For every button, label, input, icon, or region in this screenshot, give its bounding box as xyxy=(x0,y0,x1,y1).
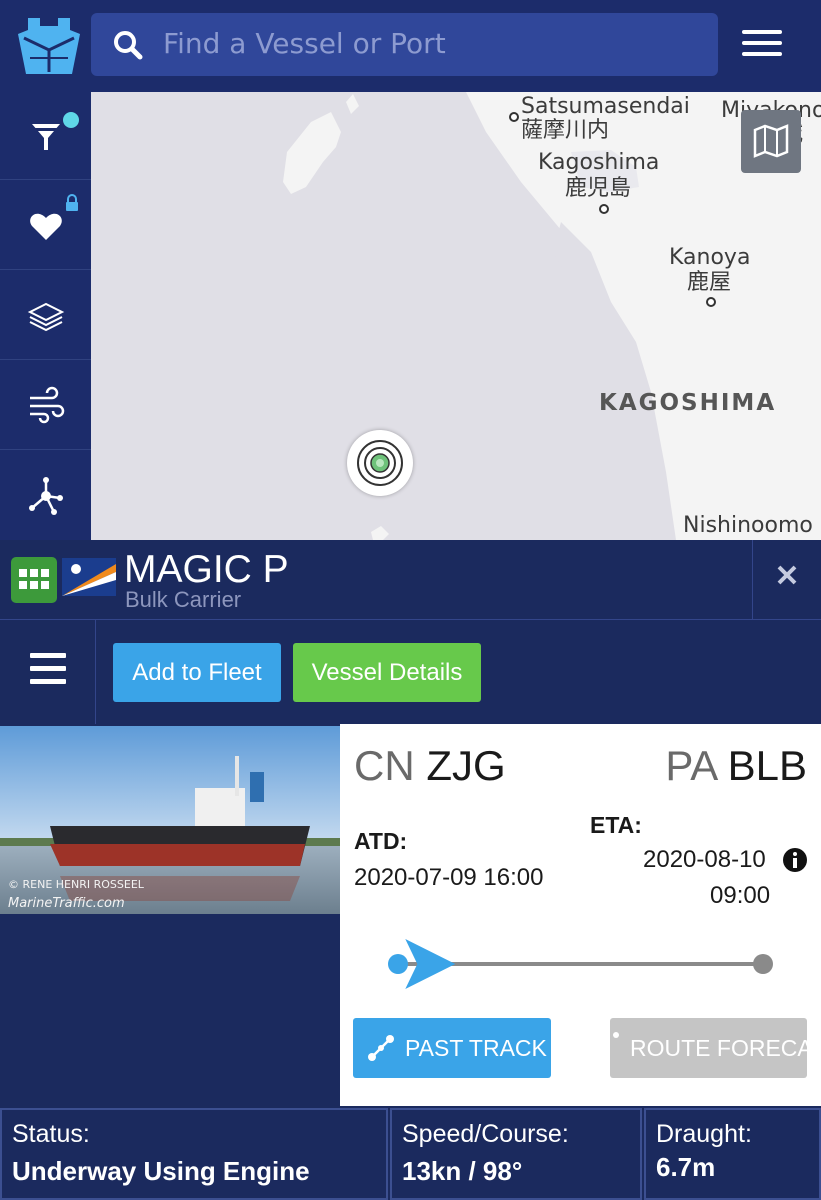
map-place-nishinoomo: Nishinoomo xyxy=(683,513,813,538)
eta-date: 2020-08-10 xyxy=(643,846,766,873)
map-place-kagoshima-jp: 鹿児島 xyxy=(565,176,632,201)
route-icon xyxy=(613,1032,619,1038)
vessel-status-bar: Status: Underway Using Engine Speed/Cour… xyxy=(0,1106,821,1200)
vessel-menu-button[interactable] xyxy=(30,653,66,684)
grid-icon xyxy=(19,569,49,589)
past-track-button[interactable]: PAST TRACK xyxy=(353,1018,551,1078)
track-icon xyxy=(368,1035,394,1061)
map-toolbar xyxy=(0,92,91,540)
route-forecast-button[interactable]: ROUTE FORECAST xyxy=(610,1018,807,1078)
speed-course-label: Speed/Course: xyxy=(402,1120,569,1148)
voyage-panel: CN ZJG PA BLB ATD: 2020-07-09 16:00 ETA:… xyxy=(340,724,821,1106)
map-land xyxy=(283,92,821,540)
marinetraffic-logo[interactable] xyxy=(14,12,84,80)
photo-site: MarineTraffic.com xyxy=(8,896,125,911)
map-region-label: KAGOSHIMA xyxy=(599,390,777,416)
main-menu-button[interactable] xyxy=(742,30,782,60)
map-city-marker xyxy=(706,297,716,307)
route-forecast-label: ROUTE FORECAST xyxy=(630,1035,807,1061)
vessel-name: MAGIC P xyxy=(124,548,289,591)
info-icon[interactable] xyxy=(782,847,808,873)
layers-button[interactable] xyxy=(0,272,91,360)
voyage-progress xyxy=(388,939,773,989)
layers-icon xyxy=(27,302,65,332)
filter-icon xyxy=(32,124,60,150)
heart-icon xyxy=(30,213,62,240)
lock-icon xyxy=(66,194,78,211)
wind-icon xyxy=(30,386,65,424)
draught-label: Draught: xyxy=(656,1120,752,1148)
divider xyxy=(752,540,753,620)
vessel-header: MAGIC P Bulk Carrier xyxy=(0,540,821,620)
network-icon xyxy=(29,477,63,515)
speed-course-value: 13kn / 98° xyxy=(402,1156,523,1186)
departure-marker xyxy=(388,954,408,974)
vessel-details-button[interactable]: Vessel Details xyxy=(293,643,481,702)
weather-button[interactable] xyxy=(0,362,91,450)
departure-country: CN xyxy=(354,742,415,789)
map-icon xyxy=(753,124,789,158)
vessel-actions: Add to Fleet Vessel Details xyxy=(0,620,821,724)
map-type-button[interactable] xyxy=(741,110,801,173)
map-city-marker xyxy=(599,204,609,214)
close-icon[interactable] xyxy=(776,564,798,586)
photo-credit: © RENE HENRI ROSSEEL xyxy=(8,878,144,891)
vessel-grid-button[interactable] xyxy=(11,557,57,603)
vessel-marker[interactable] xyxy=(347,430,413,496)
add-to-fleet-button[interactable]: Add to Fleet xyxy=(113,643,281,702)
atd-value: 2020-07-09 16:00 xyxy=(354,864,544,891)
speed-course-cell: Speed/Course: 13kn / 98° xyxy=(390,1108,642,1200)
map-place-kanoya: Kanoya xyxy=(669,245,751,270)
vessel-target-icon xyxy=(357,440,403,486)
search-icon xyxy=(114,31,143,60)
divider xyxy=(95,620,96,724)
filter-button[interactable] xyxy=(0,92,91,180)
marshall-islands-flag-icon xyxy=(62,558,116,596)
favorites-button[interactable] xyxy=(0,182,91,270)
network-button[interactable] xyxy=(0,452,91,540)
arrival-code: BLB xyxy=(727,742,807,789)
departure-port[interactable]: CN ZJG xyxy=(354,742,506,790)
arrival-country: PA xyxy=(665,742,716,789)
status-value: Underway Using Engine xyxy=(12,1156,310,1186)
vessel-type: Bulk Carrier xyxy=(125,587,242,612)
vessel-photo[interactable]: © RENE HENRI ROSSEEL MarineTraffic.com xyxy=(0,726,340,914)
past-track-label: PAST TRACK xyxy=(405,1035,547,1061)
map-city-marker xyxy=(509,112,519,122)
draught-value: 6.7m xyxy=(656,1152,716,1182)
status-cell: Status: Underway Using Engine xyxy=(0,1108,388,1200)
atd-label: ATD: xyxy=(354,828,408,854)
search-input[interactable]: Find a Vessel or Port xyxy=(163,27,446,60)
notification-dot xyxy=(63,112,79,128)
draught-cell: Draught: 6.7m xyxy=(644,1108,821,1200)
eta-label: ETA: xyxy=(590,812,642,838)
departure-code: ZJG xyxy=(426,742,506,789)
eta-time: 09:00 xyxy=(710,882,771,909)
map-view[interactable]: Satsumasendai 薩摩川内 Kagoshima 鹿児島 Kanoya … xyxy=(91,92,821,540)
top-bar: Find a Vessel or Port xyxy=(0,0,821,92)
map-place-kagoshima: Kagoshima xyxy=(538,150,660,175)
map-place-kanoya-jp: 鹿屋 xyxy=(687,270,732,295)
map-place-satsumasendai: Satsumasendai xyxy=(521,94,690,119)
arrival-marker xyxy=(753,954,773,974)
map-place-satsumasendai-jp: 薩摩川内 xyxy=(521,118,610,143)
arrival-port[interactable]: PA BLB xyxy=(665,742,807,790)
status-label: Status: xyxy=(12,1120,90,1148)
search-bar[interactable]: Find a Vessel or Port xyxy=(91,13,718,76)
